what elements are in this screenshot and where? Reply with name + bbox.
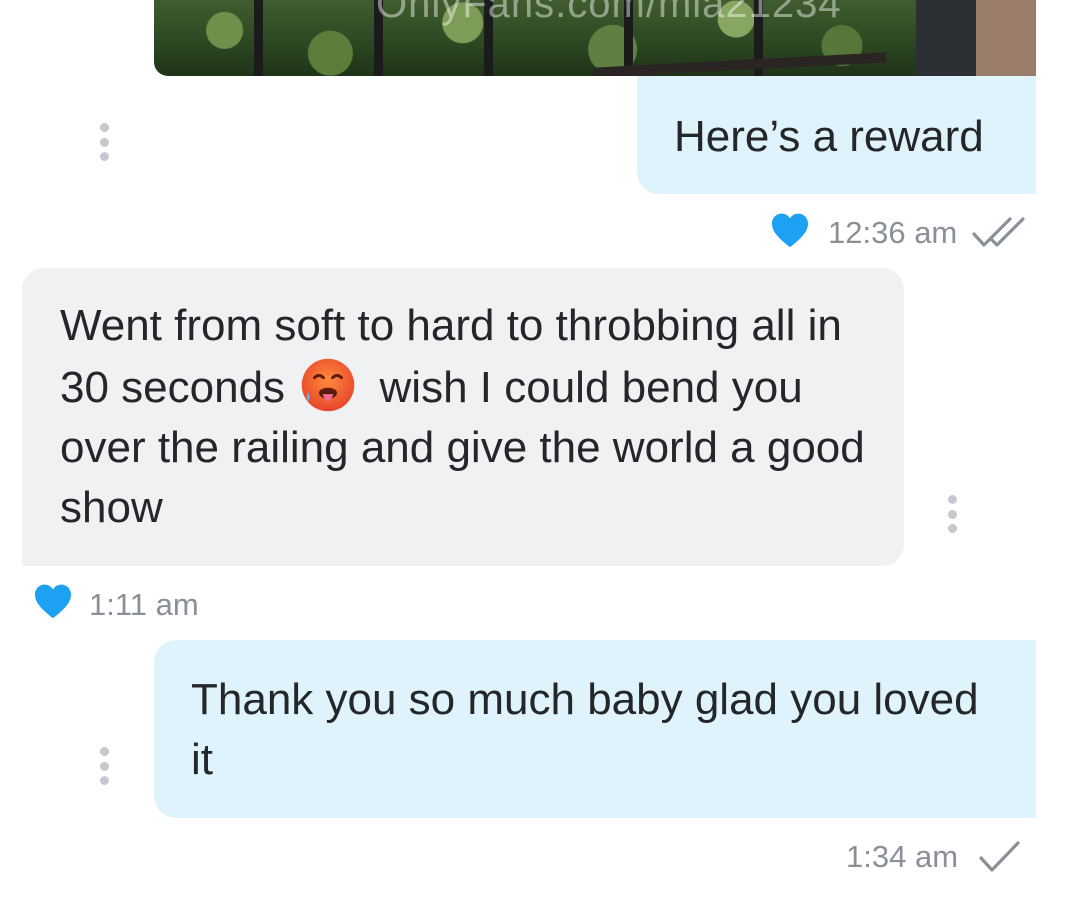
message-more-icon[interactable] (99, 747, 109, 785)
single-check-sent-icon (979, 841, 1020, 872)
double-check-read-icon (972, 217, 1025, 247)
photo-watermark: OnlyFans.com/mia21234 (376, 0, 842, 26)
liked-heart-icon[interactable] (770, 212, 810, 248)
incoming-message-bubble[interactable]: Went from soft to hard to throbbing all … (22, 268, 904, 566)
message-timestamp: 1:11 am (89, 587, 199, 622)
outgoing-message-bubble[interactable]: Here’s a reward (637, 76, 1036, 194)
photo-railing-bar (254, 0, 263, 76)
message-text: Here’s a reward (674, 112, 984, 161)
message-timestamp: 12:36 am (828, 215, 958, 250)
liked-heart-icon[interactable] (33, 583, 73, 619)
message-more-icon[interactable] (947, 495, 957, 533)
media-photo[interactable]: OnlyFans.com/mia21234 (154, 0, 1036, 76)
outgoing-message-bubble[interactable]: Thank you so much baby glad you loved it (154, 640, 1036, 818)
message-timestamp: 1:34 am (846, 839, 959, 874)
message-more-icon[interactable] (99, 123, 109, 161)
message-text: Thank you so much baby glad you loved it (191, 675, 979, 784)
photo-door (916, 0, 976, 76)
hot-face-emoji-icon (302, 358, 355, 412)
photo-wall (976, 0, 1036, 76)
